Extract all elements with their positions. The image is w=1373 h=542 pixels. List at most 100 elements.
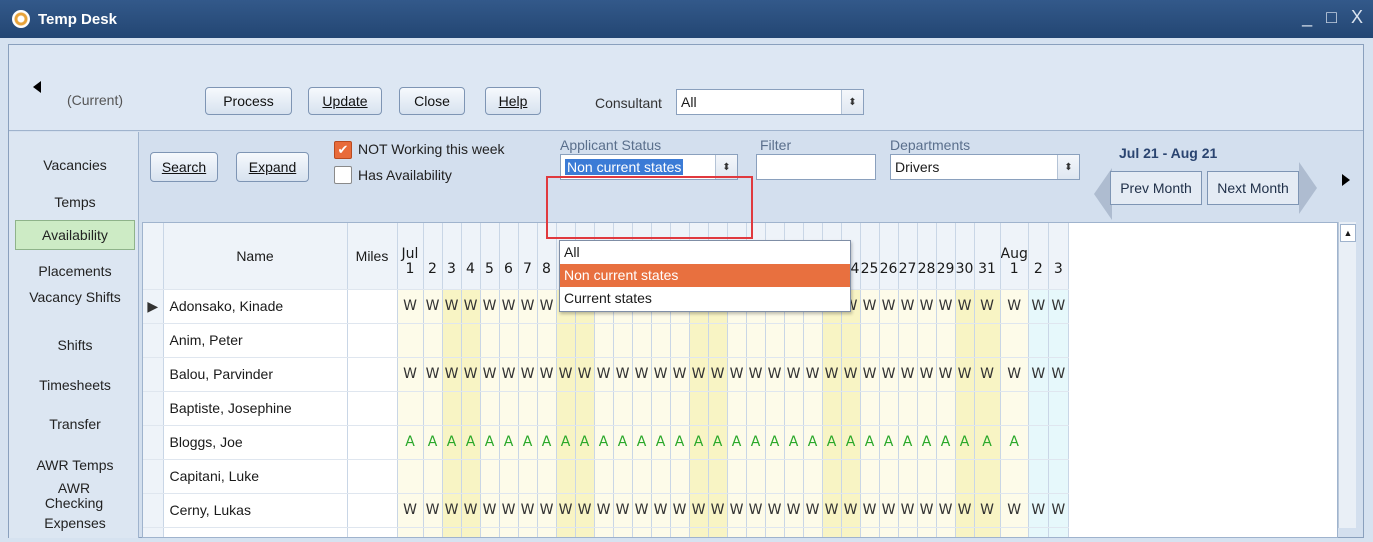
- day-cell[interactable]: [765, 527, 785, 537]
- day-cell[interactable]: [727, 391, 747, 426]
- day-cell[interactable]: A: [1000, 425, 1029, 460]
- day-cell[interactable]: [1000, 391, 1029, 426]
- day-cell[interactable]: W: [461, 493, 481, 528]
- day-cell[interactable]: W: [423, 493, 443, 528]
- dropdown-option-current[interactable]: Current states: [560, 287, 850, 310]
- day-cell[interactable]: A: [575, 425, 595, 460]
- day-cell[interactable]: [898, 391, 918, 426]
- day-cell[interactable]: [708, 391, 728, 426]
- day-cell[interactable]: [480, 391, 500, 426]
- day-cell[interactable]: [518, 527, 538, 537]
- day-cell[interactable]: [708, 459, 728, 494]
- day-cell[interactable]: W: [1028, 357, 1049, 392]
- day-cell[interactable]: W: [1028, 493, 1049, 528]
- day-cell[interactable]: W: [708, 357, 728, 392]
- day-column-header[interactable]: 29: [936, 223, 956, 290]
- day-cell[interactable]: W: [480, 493, 500, 528]
- sidebar-item-shifts[interactable]: Shifts: [15, 337, 135, 353]
- day-cell[interactable]: A: [480, 425, 500, 460]
- day-cell[interactable]: W: [841, 493, 861, 528]
- day-cell[interactable]: [670, 459, 690, 494]
- day-cell[interactable]: W: [689, 357, 709, 392]
- day-cell[interactable]: [765, 323, 785, 358]
- consultant-select[interactable]: All ⬍: [676, 89, 864, 115]
- day-cell[interactable]: W: [955, 493, 975, 528]
- day-cell[interactable]: W: [879, 357, 899, 392]
- day-cell[interactable]: [423, 323, 443, 358]
- day-cell[interactable]: [1028, 459, 1049, 494]
- day-cell[interactable]: W: [879, 289, 899, 324]
- day-cell[interactable]: W: [480, 289, 500, 324]
- day-column-header[interactable]: Jul 1: [397, 223, 424, 290]
- day-column-header[interactable]: 28: [917, 223, 937, 290]
- day-cell[interactable]: [499, 527, 519, 537]
- day-cell[interactable]: [537, 459, 557, 494]
- day-cell[interactable]: [499, 391, 519, 426]
- day-cell[interactable]: [708, 527, 728, 537]
- day-cell[interactable]: [765, 459, 785, 494]
- day-cell[interactable]: A: [442, 425, 462, 460]
- day-cell[interactable]: [423, 527, 443, 537]
- day-cell[interactable]: W: [518, 289, 538, 324]
- day-cell[interactable]: A: [670, 425, 690, 460]
- day-cell[interactable]: [898, 323, 918, 358]
- day-cell[interactable]: A: [955, 425, 975, 460]
- day-cell[interactable]: A: [397, 425, 424, 460]
- day-cell[interactable]: W: [518, 357, 538, 392]
- day-cell[interactable]: [461, 323, 481, 358]
- day-cell[interactable]: W: [917, 289, 937, 324]
- table-row[interactable]: Bloggs, Joe A A A A A A A A A A A A A A A A A A A A A A A A A A A A A…: [143, 425, 1069, 460]
- day-cell[interactable]: A: [651, 425, 671, 460]
- day-cell[interactable]: A: [917, 425, 937, 460]
- day-cell[interactable]: [974, 391, 1001, 426]
- day-cell[interactable]: [955, 459, 975, 494]
- day-cell[interactable]: [727, 459, 747, 494]
- sidebar-item-awr-temps[interactable]: AWR Temps: [15, 457, 135, 473]
- not-working-checkbox[interactable]: ✔: [334, 141, 352, 159]
- prev-month-button[interactable]: Prev Month: [1110, 171, 1202, 205]
- day-cell[interactable]: [689, 459, 709, 494]
- day-column-header[interactable]: 3: [1048, 223, 1069, 290]
- day-cell[interactable]: [1048, 527, 1069, 537]
- day-cell[interactable]: [879, 527, 899, 537]
- day-cell[interactable]: W: [537, 289, 557, 324]
- day-cell[interactable]: [556, 323, 576, 358]
- day-cell[interactable]: W: [860, 357, 880, 392]
- day-cell[interactable]: W: [651, 493, 671, 528]
- day-cell[interactable]: W: [397, 357, 424, 392]
- day-cell[interactable]: [575, 527, 595, 537]
- day-cell[interactable]: W: [936, 289, 956, 324]
- day-cell[interactable]: [803, 323, 823, 358]
- sidebar-item-availability[interactable]: Availability: [15, 220, 135, 250]
- day-cell[interactable]: [556, 527, 576, 537]
- table-row[interactable]: Balou, Parvinder W W W W W W W W W W W W W W W W W W W W W W W W…: [143, 357, 1069, 392]
- day-cell[interactable]: W: [632, 493, 652, 528]
- day-cell[interactable]: W: [461, 357, 481, 392]
- day-cell[interactable]: [461, 459, 481, 494]
- day-cell[interactable]: W: [1000, 357, 1029, 392]
- day-cell[interactable]: [898, 527, 918, 537]
- day-cell[interactable]: W: [746, 357, 766, 392]
- day-cell[interactable]: W: [480, 357, 500, 392]
- day-cell[interactable]: [670, 527, 690, 537]
- day-cell[interactable]: [746, 391, 766, 426]
- table-row[interactable]: Anim, Peter: [143, 323, 1069, 358]
- day-cell[interactable]: [917, 527, 937, 537]
- day-cell[interactable]: [499, 323, 519, 358]
- day-cell[interactable]: [746, 527, 766, 537]
- close-window-icon[interactable]: X: [1351, 7, 1363, 28]
- day-cell[interactable]: W: [936, 493, 956, 528]
- day-cell[interactable]: [1000, 323, 1029, 358]
- day-cell[interactable]: W: [917, 493, 937, 528]
- miles-column-header[interactable]: Miles: [347, 223, 398, 290]
- day-cell[interactable]: [1000, 459, 1029, 494]
- day-cell[interactable]: W: [556, 493, 576, 528]
- day-cell[interactable]: W: [803, 357, 823, 392]
- day-cell[interactable]: [1048, 425, 1069, 460]
- forward-arrow-icon[interactable]: [1342, 174, 1350, 186]
- day-cell[interactable]: W: [860, 289, 880, 324]
- day-cell[interactable]: A: [727, 425, 747, 460]
- day-cell[interactable]: [727, 323, 747, 358]
- day-cell[interactable]: A: [765, 425, 785, 460]
- day-cell[interactable]: [1028, 425, 1049, 460]
